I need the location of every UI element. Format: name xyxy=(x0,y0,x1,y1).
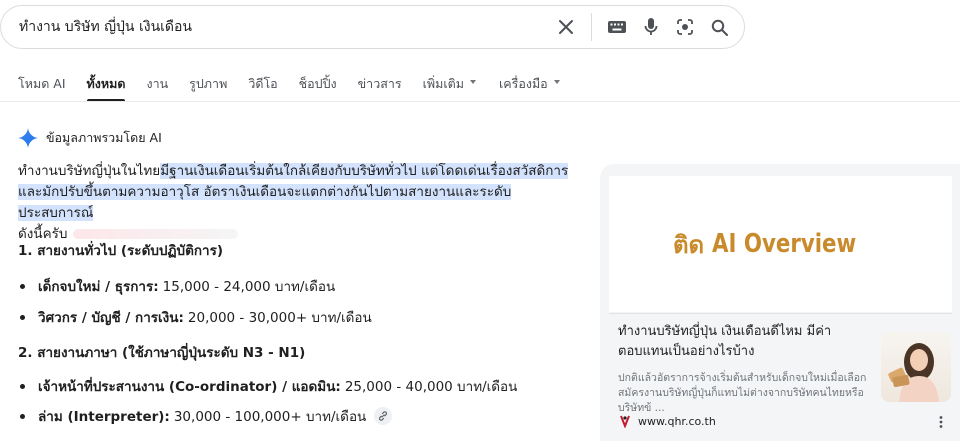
card-divider xyxy=(609,313,952,314)
search-icon[interactable] xyxy=(702,10,736,44)
list-item: เด็กจบใหม่ / ธุรการ: 15,000 - 24,000 บาท… xyxy=(18,275,335,297)
source-card[interactable]: ติด AI Overview ทำงานบริษัทญี่ปุ่น เงินเ… xyxy=(600,164,960,441)
tab-news[interactable]: ข่าวสาร xyxy=(358,74,402,102)
item-label: เด็กจบใหม่ / ธุรการ: xyxy=(38,279,159,295)
section-heading: 2. สายงานภาษา (ใช้ภาษาญี่ปุ่นระดับ N3 - … xyxy=(18,345,306,361)
bullet-dot xyxy=(20,413,25,419)
source-banner-image[interactable]: ติด AI Overview xyxy=(609,176,952,312)
item-value: 25,000 - 40,000 บาท/เดือน xyxy=(344,379,518,395)
search-bar[interactable]: ทำงาน บริษัท ญี่ปุ่น เงินเดือน xyxy=(0,5,745,49)
ai-overview-header: ข้อมูลภาพรวมโดย AI xyxy=(18,128,162,148)
intro-highlight-2[interactable]: และมักปรับขึ้นตามความอาวุโส อัตราเงินเดื… xyxy=(18,184,512,221)
intro-highlight-1[interactable]: มีฐานเงินเดือนเริ่มต้นใกล้เคียงกับบริษัท… xyxy=(160,163,569,179)
tab-shopping[interactable]: ช็อปปิ้ง xyxy=(299,74,337,102)
tab-videos[interactable]: วิดีโอ xyxy=(248,74,277,102)
item-value: 20,000 - 30,000+ บาท/เดือน xyxy=(187,310,372,326)
source-title-link[interactable]: ทำงานบริษัทญี่ปุ่น เงินเดือนดีไหม มีค่าต… xyxy=(618,322,880,362)
banner-prefix: ติด xyxy=(672,230,705,259)
microphone-icon[interactable] xyxy=(634,10,668,44)
banner-title: AI Overview xyxy=(712,229,857,259)
source-chip[interactable] xyxy=(73,229,239,239)
site-favicon-icon xyxy=(620,415,630,428)
tab-tools[interactable]: เครื่องมือ xyxy=(499,74,560,102)
gemini-sparkle-icon xyxy=(18,128,38,148)
item-value: 30,000 - 100,000+ บาท/เดือน xyxy=(173,409,367,425)
tab-ai-mode[interactable]: โหมด AI xyxy=(18,74,66,102)
clear-icon[interactable] xyxy=(549,10,583,44)
keyboard-icon[interactable] xyxy=(600,10,634,44)
source-thumbnail[interactable] xyxy=(881,332,951,402)
bullet-dot xyxy=(20,314,25,320)
tabs-divider xyxy=(0,101,960,102)
site-url: www.qhr.co.th xyxy=(638,414,716,428)
source-site[interactable]: www.qhr.co.th xyxy=(618,414,716,428)
tab-images[interactable]: รูปภาพ xyxy=(189,74,227,102)
tab-more-label: เพิ่มเติม xyxy=(422,76,464,91)
link-icon[interactable] xyxy=(374,407,393,425)
list-item: เจ้าหน้าที่ประสานงาน (Co-ordinator) / แอ… xyxy=(18,375,517,397)
search-input[interactable]: ทำงาน บริษัท ญี่ปุ่น เงินเดือน xyxy=(19,16,549,38)
list-item: วิศวกร / บัญชี / การเงิน: 20,000 - 30,00… xyxy=(18,306,372,328)
section-heading: 1. สายงานทั่วไป (ระดับปฏิบัติการ) xyxy=(18,243,224,259)
tab-all[interactable]: ทั้งหมด xyxy=(86,74,125,102)
chevron-down-icon xyxy=(553,80,560,84)
item-label: วิศวกร / บัญชี / การเงิน: xyxy=(38,310,184,326)
list-item: ล่าม (Interpreter): 30,000 - 100,000+ บา… xyxy=(18,405,393,427)
chevron-down-icon xyxy=(469,80,476,84)
ai-overview-title: ข้อมูลภาพรวมโดย AI xyxy=(46,130,162,145)
intro-paragraph: ทำงานบริษัทญี่ปุ่นในไทยมีฐานเงินเดือนเริ… xyxy=(18,161,578,245)
lens-icon[interactable] xyxy=(668,10,702,44)
intro-text: ทำงานบริษัทญี่ปุ่นในไทย xyxy=(18,163,161,179)
tab-tools-label: เครื่องมือ xyxy=(498,76,548,91)
search-tabs: โหมด AI ทั้งหมด งาน รูปภาพ วิดีโอ ช็อปปิ… xyxy=(18,74,581,102)
bullet-dot xyxy=(20,283,25,289)
item-value: 15,000 - 24,000 บาท/เดือน xyxy=(162,279,336,295)
search-divider xyxy=(591,13,592,41)
item-label: ล่าม (Interpreter): xyxy=(38,409,170,425)
item-label: เจ้าหน้าที่ประสานงาน (Co-ordinator) / แอ… xyxy=(38,379,341,395)
ai-overview-body: ทำงานบริษัทญี่ปุ่นในไทยมีฐานเงินเดือนเริ… xyxy=(18,161,578,425)
tab-jobs[interactable]: งาน xyxy=(146,74,168,102)
source-snippet: ปกติแล้วอัตราการจ้างเริ่มต้นสำหรับเด็กจบ… xyxy=(618,372,867,414)
bullet-dot xyxy=(20,383,25,389)
more-options-icon[interactable] xyxy=(938,414,944,433)
tab-more[interactable]: เพิ่มเติม xyxy=(423,74,476,102)
